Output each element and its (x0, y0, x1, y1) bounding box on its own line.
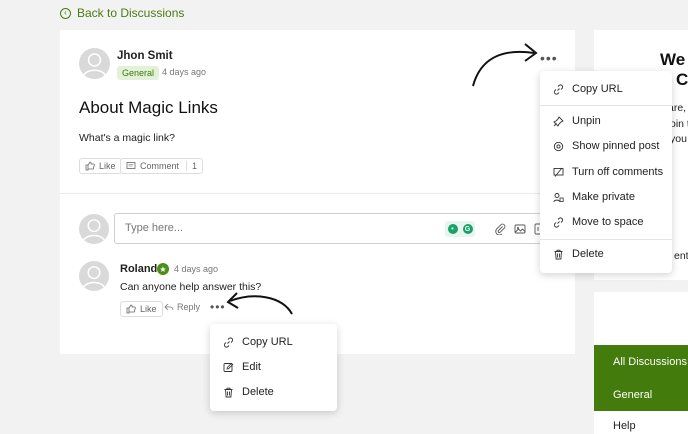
post-title: About Magic Links (79, 98, 218, 117)
sidebar-nav-card: All Discussions General Help (594, 292, 688, 434)
reply-author[interactable]: Roland (120, 263, 157, 275)
link-icon (554, 84, 563, 94)
pin-icon (553, 115, 564, 127)
trash-icon (554, 249, 563, 259)
image-icon[interactable] (514, 223, 526, 235)
reply-time: 4 days ago (174, 264, 219, 274)
menu-item-turn-off-comments[interactable]: Turn off comments (553, 166, 663, 178)
menu-item-edit[interactable]: Edit (223, 361, 261, 373)
link-icon (224, 337, 233, 347)
comment-button[interactable]: Comment 1 (120, 158, 204, 174)
post-tag[interactable]: General (117, 66, 160, 80)
menu-divider (540, 239, 672, 240)
menu-item-label: Turn off comments (572, 166, 664, 178)
at-icon (553, 141, 564, 151)
menu-item-label: Delete (572, 248, 604, 260)
edit-icon (223, 362, 234, 372)
menu-item-label: Move to space (572, 216, 644, 228)
thumbs-up-icon (85, 161, 95, 171)
comment-count: 1 (186, 161, 202, 171)
attachment-icon[interactable] (494, 223, 506, 235)
section-divider (60, 193, 575, 194)
menu-item-make-private[interactable]: Make private (553, 191, 635, 203)
back-to-discussions-link[interactable]: ‹ Back to Discussions (60, 6, 184, 20)
reply-like-button[interactable]: Like (120, 301, 163, 317)
reply-options-menu: Copy URL Edit Delete (210, 324, 337, 411)
like-label: Like (140, 304, 157, 314)
post-author[interactable]: Jhon Smit (117, 50, 173, 62)
reply-label: Reply (177, 302, 201, 312)
like-button[interactable]: Like (79, 158, 122, 174)
menu-item-label: Unpin (572, 115, 601, 127)
back-arrow-icon: ‹ (60, 7, 71, 19)
welcome-text-frag4: ent (674, 250, 688, 262)
reply-author-avatar[interactable] (79, 261, 109, 291)
annotation-arrow-icon (472, 43, 538, 87)
menu-item-label: Show pinned post (572, 140, 660, 152)
post-time: 4 days ago (162, 67, 207, 77)
comment-label: Comment (140, 161, 180, 171)
menu-item-label: Delete (242, 386, 274, 398)
grammarly-g-icon: G (462, 224, 473, 234)
sidebar-item-help[interactable]: Help (613, 420, 636, 432)
sidebar-item-general[interactable]: General (594, 378, 688, 411)
welcome-heading-line2: C (676, 70, 688, 89)
thumbs-up-icon (126, 304, 136, 314)
comment-icon (126, 162, 136, 169)
reply-button[interactable]: Reply (164, 302, 200, 312)
private-user-icon (553, 192, 564, 202)
reply-icon (164, 303, 174, 311)
menu-item-label: Copy URL (572, 83, 623, 95)
menu-item-copy-url[interactable]: Copy URL (553, 83, 623, 95)
comment-off-icon (553, 167, 564, 177)
link-icon (554, 217, 563, 227)
menu-item-delete[interactable]: Delete (553, 248, 604, 260)
menu-item-move-to-space[interactable]: Move to space (553, 216, 644, 228)
current-user-avatar (79, 214, 109, 244)
post-options-menu: Copy URL Unpin Show pinned post Turn off… (540, 71, 672, 273)
menu-item-unpin[interactable]: Unpin (553, 115, 601, 127)
post-more-options-icon[interactable]: ••• (540, 50, 558, 66)
menu-item-label: Copy URL (242, 336, 293, 348)
grammarly-bulb-icon: • (447, 224, 458, 234)
menu-item-label: Edit (242, 361, 261, 373)
annotation-arrow-icon (226, 292, 293, 315)
comment-input[interactable]: • G (114, 213, 546, 244)
like-label: Like (99, 161, 116, 171)
post-body: What's a magic link? (79, 132, 175, 144)
menu-divider (540, 105, 672, 106)
star-badge-icon: ★ (157, 263, 169, 275)
welcome-heading-line1: We (660, 50, 686, 69)
grammarly-widget[interactable]: • G (445, 221, 475, 237)
sidebar-item-all-discussions[interactable]: All Discussions (594, 345, 688, 378)
menu-item-copy-url[interactable]: Copy URL (223, 336, 293, 348)
comment-text-field[interactable] (125, 222, 425, 234)
trash-icon (224, 387, 233, 397)
welcome-text-frag3: you (670, 133, 687, 145)
menu-item-label: Make private (572, 191, 635, 203)
back-link-label: Back to Discussions (77, 6, 185, 20)
menu-item-delete[interactable]: Delete (223, 386, 274, 398)
menu-item-show-pinned-post[interactable]: Show pinned post (553, 140, 659, 152)
author-avatar[interactable] (79, 48, 110, 79)
welcome-text-frag2: oin t (670, 118, 688, 130)
